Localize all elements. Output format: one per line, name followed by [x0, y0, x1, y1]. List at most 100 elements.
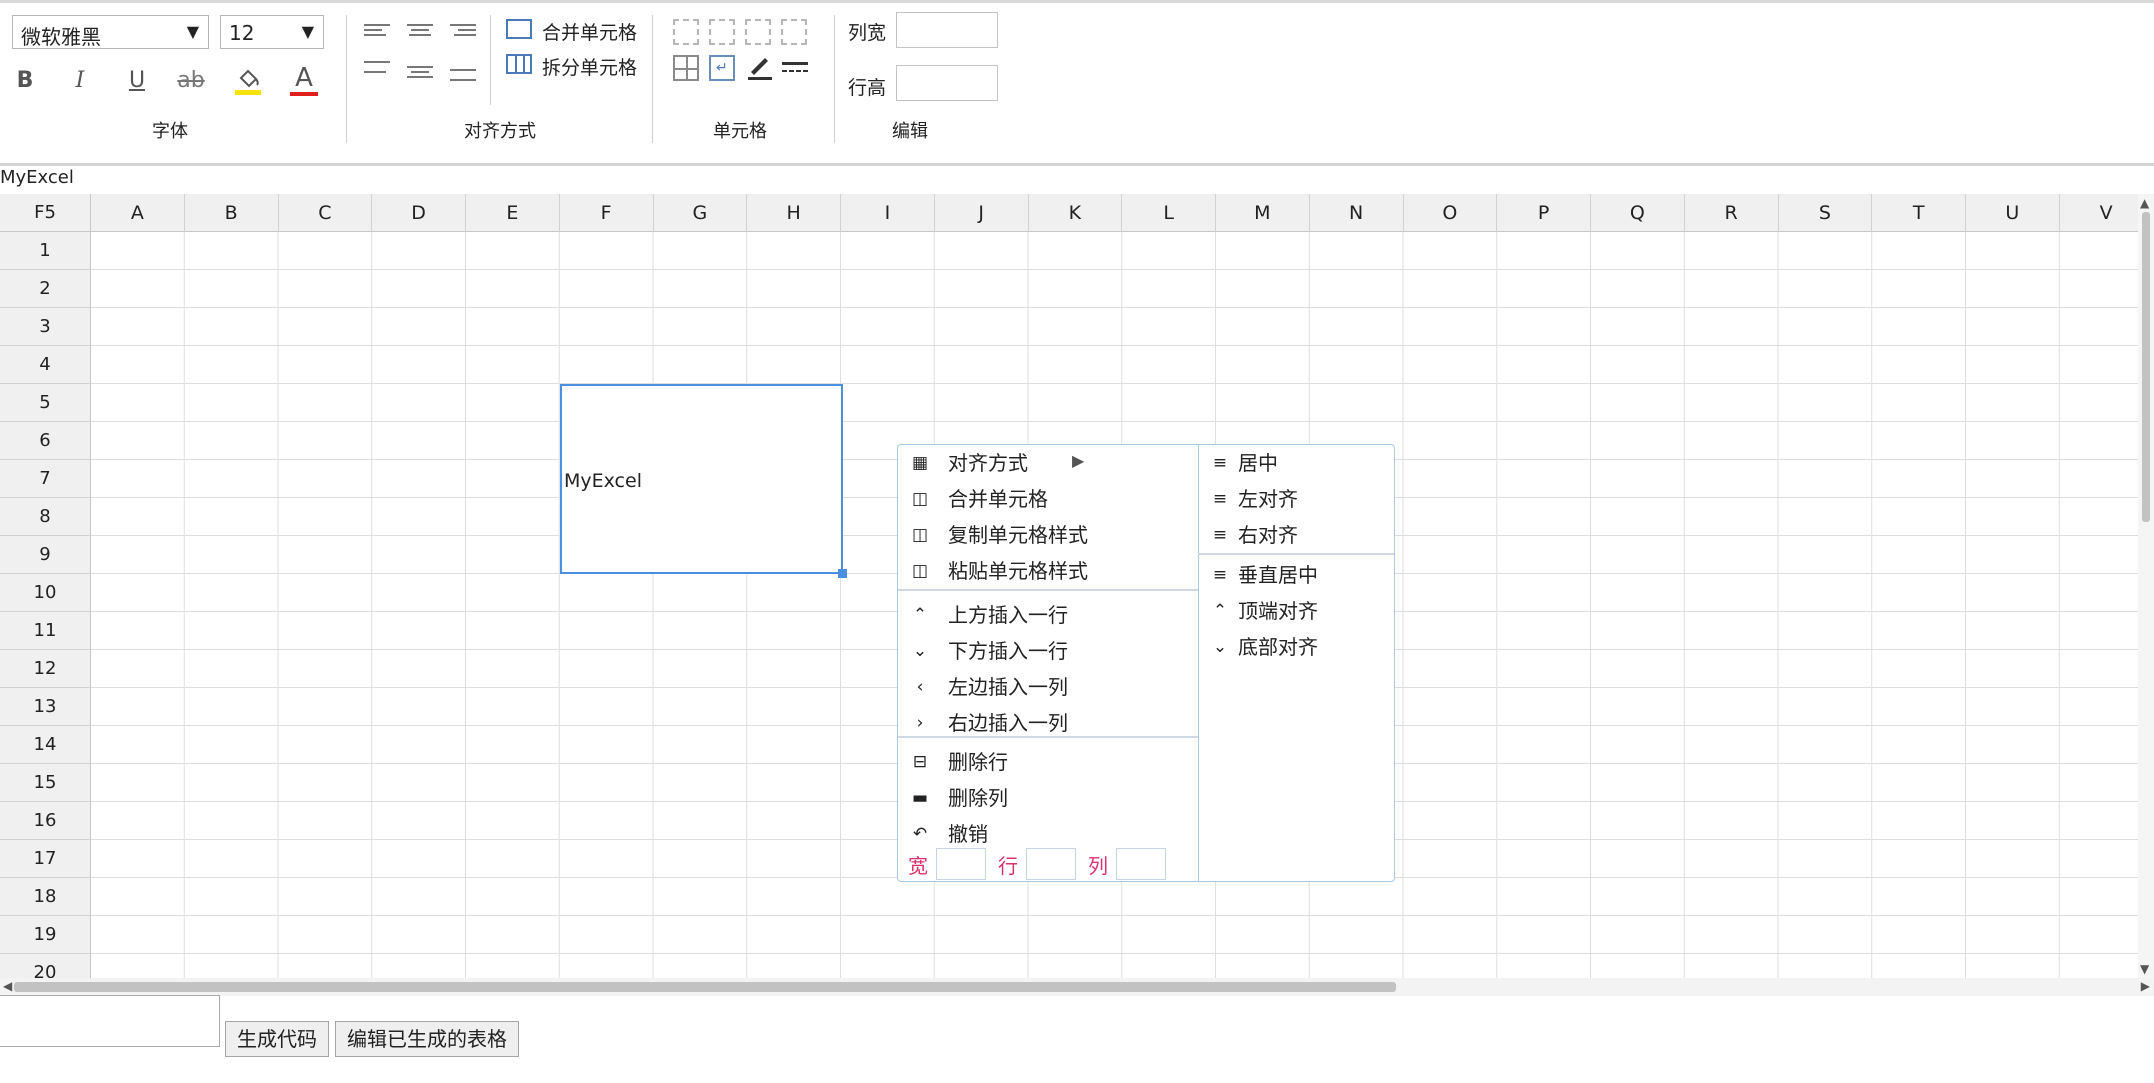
column-header-o[interactable]: O: [1403, 194, 1498, 232]
selected-cell-f5[interactable]: MyExcel: [560, 384, 843, 574]
scroll-up-icon[interactable]: ▲: [2140, 196, 2149, 210]
scroll-down-icon[interactable]: ▼: [2140, 962, 2149, 976]
border-all-icon[interactable]: [673, 55, 699, 81]
column-header-e[interactable]: E: [466, 194, 560, 232]
wrap-text-icon[interactable]: ↵: [709, 55, 735, 81]
column-header-n[interactable]: N: [1309, 194, 1404, 232]
submenu-item-align-top[interactable]: ⌃ 顶端对齐: [1208, 595, 1388, 627]
size-input-col[interactable]: [1116, 848, 1166, 880]
row-height-input[interactable]: [896, 65, 998, 101]
submenu-item-align-right[interactable]: ≡ 右对齐: [1208, 519, 1388, 551]
column-header-g[interactable]: G: [653, 194, 748, 232]
font-size-select[interactable]: 12 ▼: [220, 15, 324, 49]
italic-button[interactable]: I: [63, 64, 97, 98]
font-color-button[interactable]: A: [287, 61, 321, 96]
column-header-q[interactable]: Q: [1591, 194, 1685, 232]
row-header-11[interactable]: 11: [0, 612, 91, 650]
menu-item-merge-cell[interactable]: ◫ 合并单元格: [908, 483, 1188, 515]
column-header-k[interactable]: K: [1028, 194, 1123, 232]
row-header-6[interactable]: 6: [0, 422, 91, 460]
row-header-14[interactable]: 14: [0, 726, 91, 764]
col-width-input[interactable]: [896, 12, 998, 48]
generate-code-button[interactable]: 生成代码: [225, 1021, 329, 1057]
column-header-a[interactable]: A: [91, 194, 185, 232]
row-header-9[interactable]: 9: [0, 536, 91, 574]
menu-item-chevron-down[interactable]: ⌄ 下方插入一行: [908, 635, 1188, 667]
align-top-center-icon[interactable]: [407, 21, 433, 41]
edit-generated-table-button[interactable]: 编辑已生成的表格: [335, 1021, 519, 1057]
row-header-1[interactable]: 1: [0, 232, 91, 270]
column-header-h[interactable]: H: [747, 194, 841, 232]
fill-handle[interactable]: [838, 569, 847, 578]
highlight-color-button[interactable]: [231, 64, 265, 98]
align-top-left-icon[interactable]: [364, 21, 390, 41]
bold-button[interactable]: B: [8, 64, 42, 98]
column-header-c[interactable]: C: [278, 194, 373, 232]
row-header-12[interactable]: 12: [0, 650, 91, 688]
size-input-width[interactable]: [936, 848, 986, 880]
menu-item-minus-square[interactable]: ⊟ 删除行: [908, 746, 1188, 778]
align-middle-left-icon[interactable]: [364, 58, 390, 78]
vertical-scroll-thumb[interactable]: [2142, 212, 2150, 522]
vertical-scrollbar[interactable]: ▲ ▼: [2138, 194, 2154, 978]
column-header-l[interactable]: L: [1122, 194, 1216, 232]
row-header-3[interactable]: 3: [0, 308, 91, 346]
align-top-right-icon[interactable]: [450, 21, 476, 41]
menu-item-grid-dots[interactable]: ▦ 对齐方式: [908, 447, 1188, 479]
menu-item-chevron-left[interactable]: ‹ 左边插入一列: [908, 671, 1188, 703]
border-dashed-icon[interactable]: [781, 19, 807, 45]
menu-item-chevron-up[interactable]: ⌃ 上方插入一行: [908, 599, 1188, 631]
row-header-8[interactable]: 8: [0, 498, 91, 536]
scroll-right-icon[interactable]: ▶: [2141, 979, 2150, 993]
row-header-16[interactable]: 16: [0, 802, 91, 840]
submenu-item-align-middle[interactable]: ≡ 垂直居中: [1208, 559, 1388, 591]
row-header-10[interactable]: 10: [0, 574, 91, 612]
font-family-select[interactable]: 微软雅黑 ▼: [12, 15, 209, 49]
code-textarea[interactable]: [0, 995, 220, 1047]
formula-bar[interactable]: MyExcel: [0, 166, 2154, 192]
row-header-7[interactable]: 7: [0, 460, 91, 498]
column-header-u[interactable]: U: [1966, 194, 2060, 232]
column-header-b[interactable]: B: [184, 194, 279, 232]
row-header-15[interactable]: 15: [0, 764, 91, 802]
menu-item-undo[interactable]: ↶ 撤销: [908, 818, 1188, 850]
column-header-i[interactable]: I: [841, 194, 935, 232]
column-header-j[interactable]: J: [934, 194, 1029, 232]
row-header-20[interactable]: 20: [0, 954, 91, 978]
submenu-item-align-left[interactable]: ≡ 左对齐: [1208, 483, 1388, 515]
align-middle-center-icon[interactable]: [407, 63, 433, 83]
strikethrough-button[interactable]: ab: [174, 64, 208, 98]
horizontal-scrollbar[interactable]: ◀ ▶: [0, 978, 2154, 996]
column-header-r[interactable]: R: [1684, 194, 1779, 232]
border-outer-icon[interactable]: [745, 19, 771, 45]
row-header-2[interactable]: 2: [0, 270, 91, 308]
row-header-5[interactable]: 5: [0, 384, 91, 422]
column-header-s[interactable]: S: [1778, 194, 1873, 232]
column-header-t[interactable]: T: [1872, 194, 1966, 232]
row-header-17[interactable]: 17: [0, 840, 91, 878]
menu-item-paste-style[interactable]: ◫ 粘贴单元格样式: [908, 555, 1188, 587]
submenu-item-align-bottom[interactable]: ⌄ 底部对齐: [1208, 631, 1388, 663]
border-none-icon[interactable]: [673, 19, 699, 45]
align-bottom-icon[interactable]: [450, 66, 476, 86]
menu-item-chevron-right[interactable]: › 右边插入一列: [908, 707, 1188, 739]
column-header-f[interactable]: F: [559, 194, 654, 232]
border-inner-icon[interactable]: [709, 19, 735, 45]
submenu-item-align-center[interactable]: ≡ 居中: [1208, 447, 1388, 479]
menu-item-copy-style[interactable]: ◫ 复制单元格样式: [908, 519, 1188, 551]
row-header-18[interactable]: 18: [0, 878, 91, 916]
underline-button[interactable]: U: [120, 64, 154, 98]
column-header-p[interactable]: P: [1497, 194, 1591, 232]
name-box[interactable]: F5: [0, 194, 91, 232]
menu-item-minus-square-filled[interactable]: ▬ 删除列: [908, 782, 1188, 814]
column-header-m[interactable]: M: [1216, 194, 1310, 232]
row-header-13[interactable]: 13: [0, 688, 91, 726]
row-header-4[interactable]: 4: [0, 346, 91, 384]
border-style-icon[interactable]: [778, 52, 812, 86]
border-pen-icon[interactable]: [743, 52, 777, 86]
scroll-left-icon[interactable]: ◀: [3, 979, 12, 993]
row-header-19[interactable]: 19: [0, 916, 91, 954]
column-header-d[interactable]: D: [372, 194, 466, 232]
horizontal-scroll-thumb[interactable]: [14, 982, 1396, 992]
size-input-row[interactable]: [1026, 848, 1076, 880]
